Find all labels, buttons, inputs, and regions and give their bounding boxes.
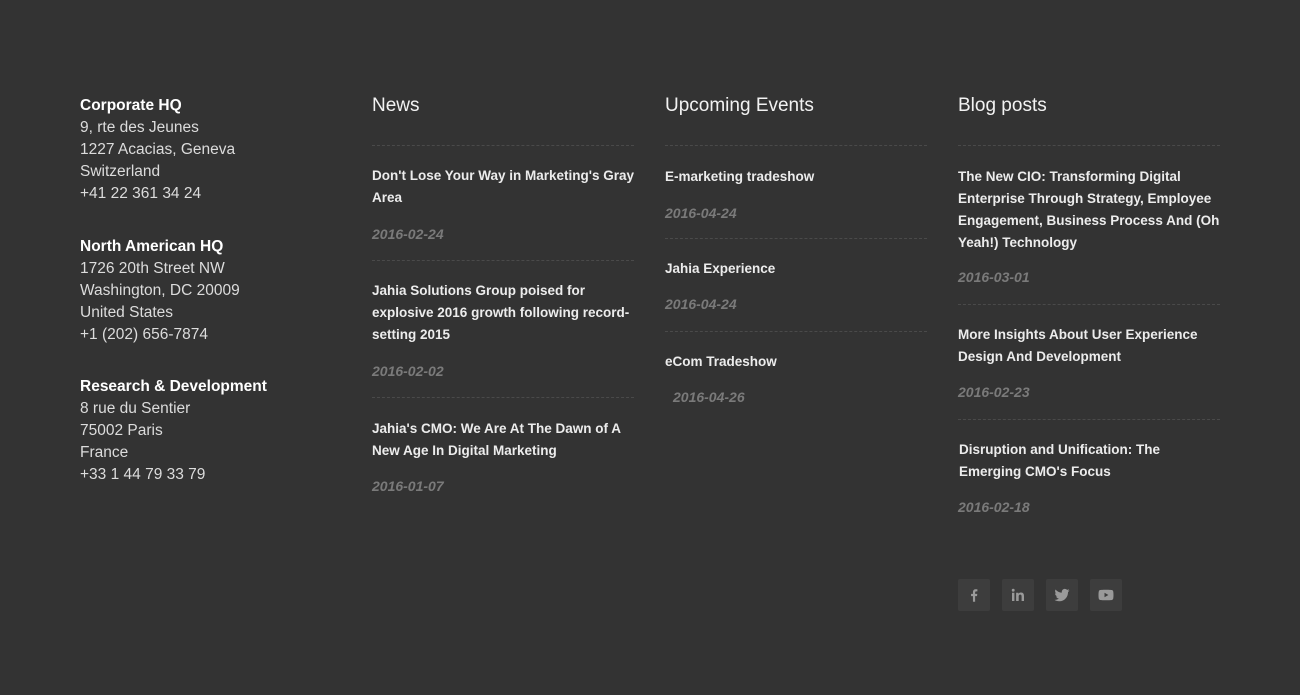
- office-street: 9, rte des Jeunes: [80, 119, 199, 136]
- office-city: Washington, DC 20009: [80, 282, 240, 299]
- event-item-date: 2016-04-24: [665, 296, 737, 312]
- divider: [665, 331, 927, 332]
- blog-item-date: 2016-02-18: [958, 499, 1030, 515]
- office-name: North American HQ: [80, 238, 224, 255]
- office-country: Switzerland: [80, 163, 161, 180]
- divider: [958, 304, 1220, 305]
- facebook-button[interactable]: [958, 579, 990, 611]
- divider: [665, 238, 927, 239]
- office-street: 1726 20th Street NW: [80, 260, 225, 277]
- divider: [958, 145, 1220, 146]
- news-item-date: 2016-02-24: [372, 226, 444, 242]
- facebook-icon: [971, 589, 978, 602]
- office-city: 1227 Acacias, Geneva: [80, 141, 236, 158]
- office-name: Research & Development: [80, 378, 267, 395]
- news-item-link[interactable]: Jahia's CMO: We Are At The Dawn of A New…: [372, 418, 634, 462]
- event-item-date: 2016-04-24: [665, 205, 737, 221]
- youtube-button[interactable]: [1090, 579, 1122, 611]
- office-phone: +33 1 44 79 33 79: [80, 466, 206, 483]
- divider: [372, 260, 634, 261]
- office-name: Corporate HQ: [80, 97, 182, 114]
- youtube-icon: [1098, 589, 1114, 601]
- social-links: [958, 579, 1122, 611]
- office-country: United States: [80, 304, 174, 321]
- office-country: France: [80, 444, 129, 461]
- blog-heading: Blog posts: [958, 95, 1047, 116]
- events-heading: Upcoming Events: [665, 95, 814, 116]
- blog-item-link[interactable]: The New CIO: Transforming Digital Enterp…: [958, 166, 1220, 254]
- divider: [372, 145, 634, 146]
- twitter-button[interactable]: [1046, 579, 1078, 611]
- event-item-date: 2016-04-26: [673, 389, 745, 405]
- divider: [665, 145, 927, 146]
- office-phone: +41 22 361 34 24: [80, 185, 202, 202]
- divider: [372, 397, 634, 398]
- news-item-date: 2016-02-02: [372, 363, 444, 379]
- news-item-link[interactable]: Don't Lose Your Way in Marketing's Gray …: [372, 165, 634, 209]
- office-city: 75002 Paris: [80, 422, 163, 439]
- office-phone: +1 (202) 656-7874: [80, 326, 208, 343]
- blog-item-link[interactable]: More Insights About User Experience Desi…: [958, 324, 1220, 368]
- linkedin-icon: [1011, 588, 1024, 601]
- divider: [958, 419, 1220, 420]
- linkedin-button[interactable]: [1002, 579, 1034, 611]
- office-north-american-hq: North American HQ 1726 20th Street NW Wa…: [80, 236, 340, 346]
- office-corporate-hq: Corporate HQ 9, rte des Jeunes 1227 Acac…: [80, 95, 340, 205]
- twitter-icon: [1054, 588, 1070, 602]
- event-item-link[interactable]: E-marketing tradeshow: [665, 166, 927, 188]
- event-item-link[interactable]: Jahia Experience: [665, 258, 927, 280]
- news-heading: News: [372, 95, 420, 116]
- news-item-link[interactable]: Jahia Solutions Group poised for explosi…: [372, 280, 634, 346]
- blog-item-date: 2016-02-23: [958, 384, 1030, 400]
- blog-item-date: 2016-03-01: [958, 269, 1030, 285]
- news-item-date: 2016-01-07: [372, 478, 444, 494]
- blog-item-link[interactable]: Disruption and Unification: The Emerging…: [959, 439, 1221, 483]
- office-street: 8 rue du Sentier: [80, 400, 191, 417]
- office-research-development: Research & Development 8 rue du Sentier …: [80, 376, 340, 486]
- event-item-link[interactable]: eCom Tradeshow: [665, 351, 927, 373]
